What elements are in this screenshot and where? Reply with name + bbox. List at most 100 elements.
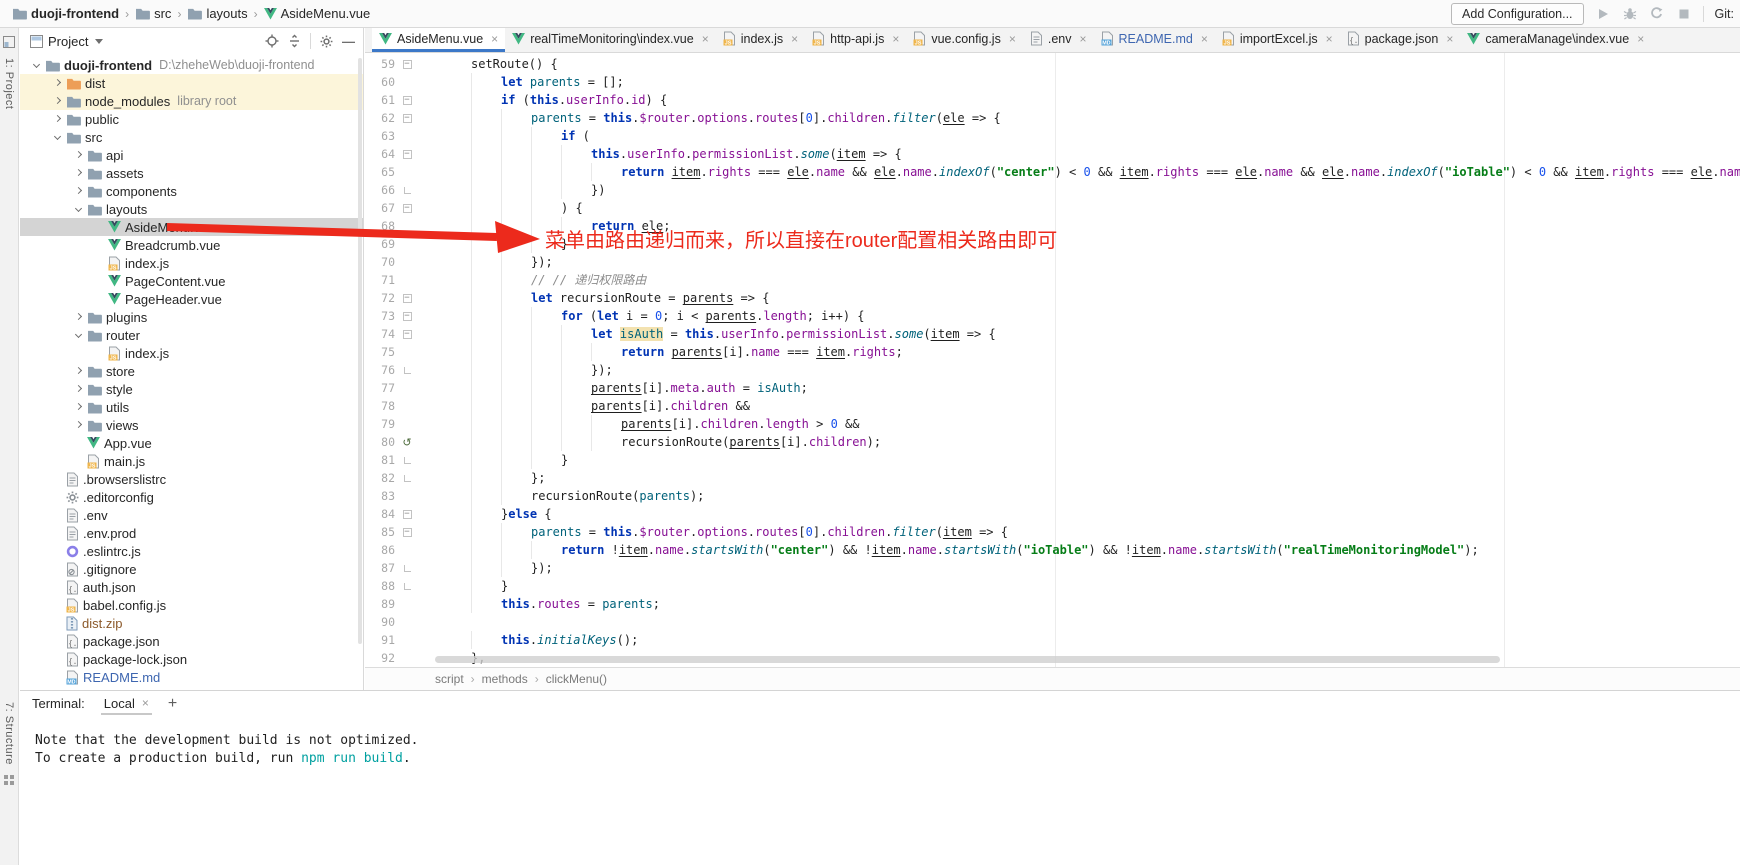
- project-tool-window-icon[interactable]: [3, 36, 15, 51]
- code-line-66[interactable]: 66}): [365, 181, 1740, 199]
- tree-item--browserslistrc[interactable]: .browserslistrc: [20, 470, 363, 488]
- fold-marker-icon[interactable]: −: [395, 60, 419, 69]
- tab-http-api-js[interactable]: JShttp-api.js×: [805, 28, 906, 52]
- tree-item-asidemenu-vue[interactable]: AsideMenu.vue: [20, 218, 363, 236]
- chevron-down-icon[interactable]: [51, 130, 65, 144]
- fold-marker-icon[interactable]: [395, 367, 419, 374]
- tree-item--env[interactable]: .env: [20, 506, 363, 524]
- breadcrumb-item[interactable]: AsideMenu.vue: [264, 6, 371, 21]
- chevron-right-icon[interactable]: [72, 400, 86, 414]
- fold-marker-icon[interactable]: −: [395, 294, 419, 303]
- chevron-right-icon[interactable]: [51, 94, 65, 108]
- tree-item-babel-config-js[interactable]: JSbabel.config.js: [20, 596, 363, 614]
- code-line-86[interactable]: 86return !item.name.startsWith("center")…: [365, 541, 1740, 559]
- tab-vue-config-js[interactable]: JSvue.config.js×: [906, 28, 1023, 52]
- code-line-62[interactable]: 62−parents = this.$router.options.routes…: [365, 109, 1740, 127]
- chevron-down-icon[interactable]: [30, 58, 44, 72]
- tab-package-json[interactable]: {..}package.json×: [1340, 28, 1461, 52]
- chevron-right-icon[interactable]: [72, 184, 86, 198]
- locate-file-icon[interactable]: [265, 34, 279, 48]
- terminal-output[interactable]: Note that the development build is not o…: [20, 716, 1740, 768]
- close-icon[interactable]: ×: [1009, 32, 1016, 46]
- project-strip-label[interactable]: 1: Project: [3, 58, 15, 109]
- code-line-61[interactable]: 61−if (this.userInfo.id) {: [365, 91, 1740, 109]
- chevron-right-icon[interactable]: [72, 166, 86, 180]
- tree-item-views[interactable]: views: [20, 416, 363, 434]
- code-editor[interactable]: 59−setRoute() {60let parents = [];61−if …: [365, 53, 1740, 667]
- tree-item-plugins[interactable]: plugins: [20, 308, 363, 326]
- fold-marker-icon[interactable]: −: [395, 528, 419, 537]
- close-icon[interactable]: ×: [702, 32, 709, 46]
- fold-marker-icon[interactable]: −: [395, 150, 419, 159]
- tree-item-main-js[interactable]: JSmain.js: [20, 452, 363, 470]
- code-line-81[interactable]: 81}: [365, 451, 1740, 469]
- editor-breadcrumb-item[interactable]: script: [435, 672, 464, 686]
- code-line-85[interactable]: 85−parents = this.$router.options.routes…: [365, 523, 1740, 541]
- code-line-65[interactable]: 65return item.rights === ele.name && ele…: [365, 163, 1740, 181]
- code-line-84[interactable]: 84−}else {: [365, 505, 1740, 523]
- code-line-74[interactable]: 74−let isAuth = this.userInfo.permission…: [365, 325, 1740, 343]
- chevron-down-icon[interactable]: [95, 39, 103, 44]
- tree-item-auth-json[interactable]: {..}auth.json: [20, 578, 363, 596]
- code-line-68[interactable]: 68return ele;: [365, 217, 1740, 235]
- editor-breadcrumb-item[interactable]: clickMenu(): [546, 672, 607, 686]
- fold-marker-icon[interactable]: −: [395, 114, 419, 123]
- add-configuration-button[interactable]: Add Configuration...: [1451, 3, 1584, 25]
- close-icon[interactable]: ×: [142, 696, 149, 710]
- fold-marker-icon[interactable]: −: [395, 96, 419, 105]
- project-panel-title[interactable]: Project: [48, 34, 88, 49]
- code-line-90[interactable]: 90: [365, 613, 1740, 631]
- structure-strip-label[interactable]: 7: Structure: [3, 702, 15, 765]
- code-line-77[interactable]: 77parents[i].meta.auth = isAuth;: [365, 379, 1740, 397]
- code-line-78[interactable]: 78parents[i].children &&: [365, 397, 1740, 415]
- new-terminal-session-icon[interactable]: +: [168, 697, 177, 711]
- tree-item-app-vue[interactable]: App.vue: [20, 434, 363, 452]
- chevron-right-icon[interactable]: [72, 418, 86, 432]
- close-icon[interactable]: ×: [1446, 32, 1453, 46]
- tree-item-node-modules[interactable]: node_moduleslibrary root: [20, 92, 363, 110]
- fold-marker-icon[interactable]: −: [395, 312, 419, 321]
- tree-item-src[interactable]: src: [20, 128, 363, 146]
- tree-item-utils[interactable]: utils: [20, 398, 363, 416]
- close-icon[interactable]: ×: [491, 32, 498, 46]
- chevron-right-icon[interactable]: [72, 364, 86, 378]
- tree-item-package-lock-json[interactable]: {..}package-lock.json: [20, 650, 363, 668]
- close-icon[interactable]: ×: [1079, 32, 1086, 46]
- tree-item-index-js[interactable]: JSindex.js: [20, 254, 363, 272]
- close-icon[interactable]: ×: [892, 32, 899, 46]
- tree-item-api[interactable]: api: [20, 146, 363, 164]
- tree-item--gitignore[interactable]: .gitignore: [20, 560, 363, 578]
- tab-realtimemonitoring-index-vue[interactable]: realTimeMonitoring\index.vue×: [505, 28, 716, 52]
- tab-index-js[interactable]: JSindex.js×: [716, 28, 805, 52]
- fold-marker-icon[interactable]: [395, 565, 419, 572]
- tree-scrollbar[interactable]: [358, 58, 362, 644]
- editor-breadcrumb-item[interactable]: methods: [482, 672, 528, 686]
- code-line-72[interactable]: 72−let recursionRoute = parents => {: [365, 289, 1740, 307]
- code-line-91[interactable]: 91this.initialKeys();: [365, 631, 1740, 649]
- tree-item--env-prod[interactable]: .env.prod: [20, 524, 363, 542]
- close-icon[interactable]: ×: [1201, 32, 1208, 46]
- run-icon[interactable]: [1595, 6, 1611, 22]
- code-line-89[interactable]: 89this.routes = parents;: [365, 595, 1740, 613]
- chevron-down-icon[interactable]: [72, 202, 86, 216]
- tree-item-pageheader-vue[interactable]: PageHeader.vue: [20, 290, 363, 308]
- tree-item-components[interactable]: components: [20, 182, 363, 200]
- fold-marker-icon[interactable]: [395, 583, 419, 590]
- code-line-70[interactable]: 70});: [365, 253, 1740, 271]
- coverage-icon[interactable]: [1649, 6, 1665, 22]
- recursive-call-icon[interactable]: ↺: [395, 437, 419, 448]
- tree-item--eslintrc-js[interactable]: .eslintrc.js: [20, 542, 363, 560]
- tab-cameramanage-index-vue[interactable]: cameraManage\index.vue×: [1460, 28, 1651, 52]
- code-line-87[interactable]: 87});: [365, 559, 1740, 577]
- code-line-67[interactable]: 67−) {: [365, 199, 1740, 217]
- chevron-right-icon[interactable]: [51, 112, 65, 126]
- breadcrumb-item[interactable]: src: [135, 6, 171, 21]
- hide-panel-icon[interactable]: —: [342, 34, 355, 49]
- code-line-64[interactable]: 64−this.userInfo.permissionList.some(ite…: [365, 145, 1740, 163]
- collapse-all-icon[interactable]: [288, 34, 301, 48]
- code-line-73[interactable]: 73−for (let i = 0; i < parents.length; i…: [365, 307, 1740, 325]
- close-icon[interactable]: ×: [1326, 32, 1333, 46]
- fold-marker-icon[interactable]: −: [395, 204, 419, 213]
- tab-importexcel-js[interactable]: JSimportExcel.js×: [1215, 28, 1340, 52]
- tree-item--editorconfig[interactable]: .editorconfig: [20, 488, 363, 506]
